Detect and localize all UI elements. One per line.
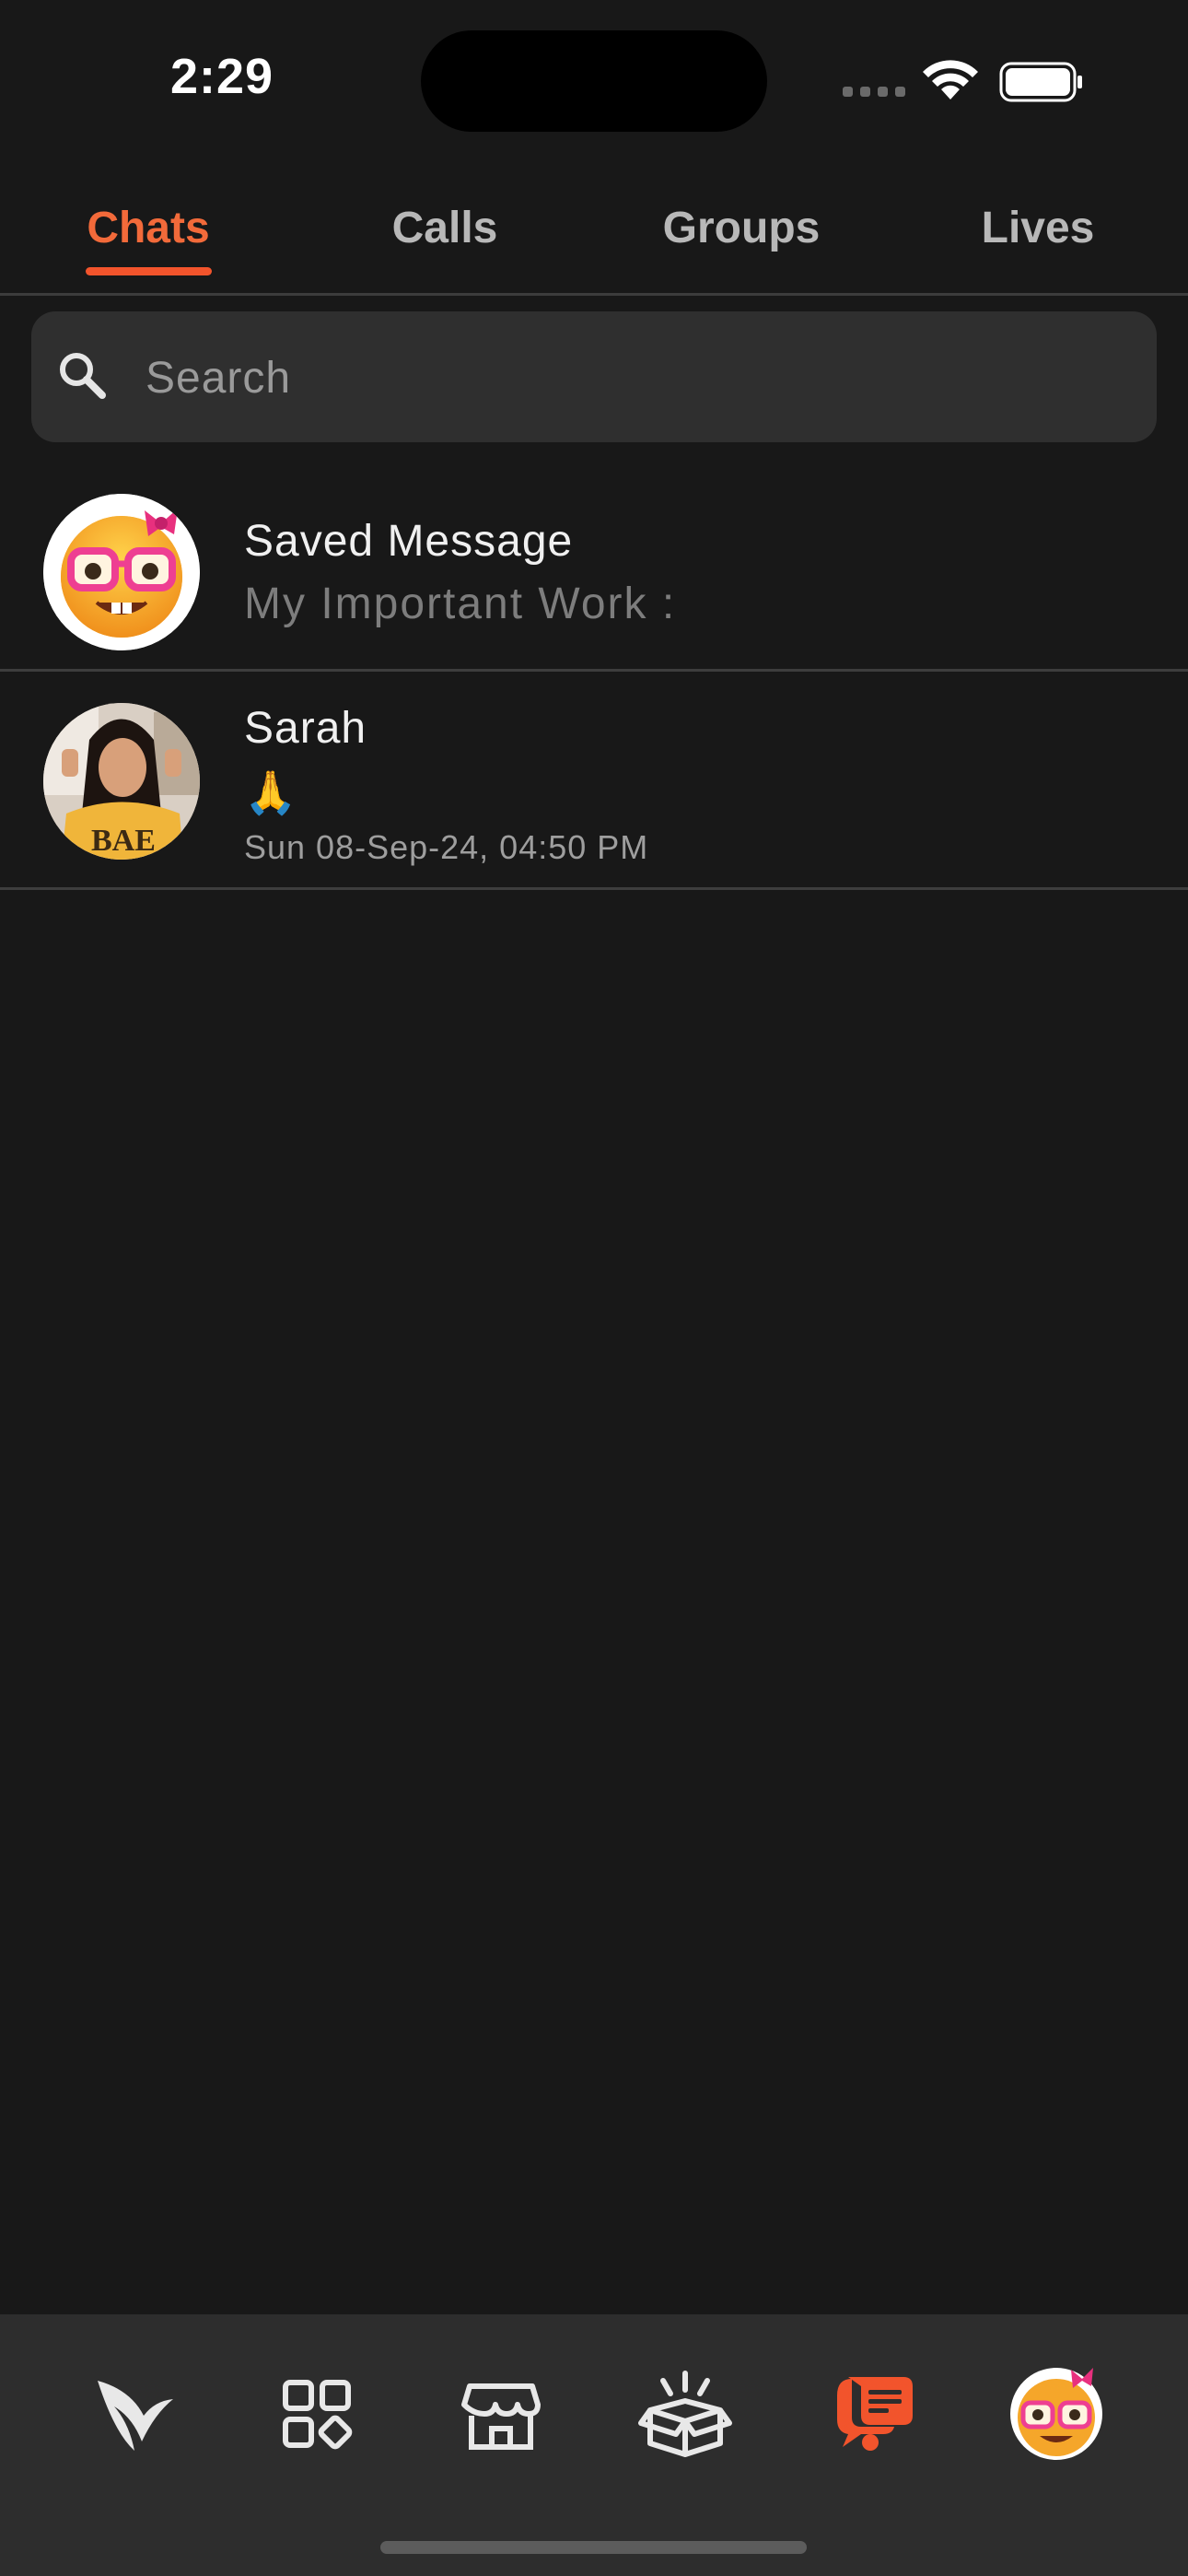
chat-row-saved-message[interactable]: Saved Message My Important Work :	[0, 479, 1188, 669]
tab-groups[interactable]: Groups	[593, 203, 890, 253]
svg-text:BAE: BAE	[91, 824, 156, 858]
apps-grid-icon[interactable]	[262, 2359, 372, 2469]
search-input[interactable]	[144, 311, 1124, 444]
dynamic-island	[421, 30, 767, 132]
row-divider	[0, 887, 1188, 890]
active-tab-indicator	[86, 267, 212, 275]
tabs-divider	[0, 293, 1188, 296]
chat-timestamp: Sun 08-Sep-24, 04:50 PM	[244, 828, 649, 866]
profile-avatar-icon[interactable]	[1001, 2359, 1112, 2469]
tab-lives[interactable]: Lives	[890, 203, 1186, 253]
home-indicator	[380, 2541, 807, 2554]
chat-name: Sarah	[244, 704, 367, 753]
gift-box-icon[interactable]	[630, 2359, 740, 2469]
chat-bubble-icon[interactable]	[815, 2359, 926, 2469]
brand-bird-icon[interactable]	[77, 2359, 188, 2469]
wifi-icon	[923, 60, 978, 100]
search-icon	[60, 353, 106, 399]
tab-bar: Chats Calls Groups Lives	[0, 184, 1188, 295]
search-bar[interactable]	[31, 311, 1157, 444]
tab-chats[interactable]: Chats	[0, 203, 297, 253]
store-icon[interactable]	[446, 2359, 556, 2469]
chat-preview: 🙏	[244, 768, 299, 816]
active-nav-dot	[862, 2434, 879, 2451]
profile-photo: BAE	[43, 703, 200, 860]
nerd-face-with-bow-icon	[43, 494, 200, 650]
chat-preview: My Important Work :	[244, 580, 677, 628]
bottom-nav	[0, 2314, 1188, 2576]
battery-icon	[999, 62, 1082, 102]
status-time: 2:29	[170, 49, 274, 104]
tab-calls[interactable]: Calls	[297, 203, 593, 253]
chat-row-sarah[interactable]: BAE Sarah 🙏 Sun 08-Sep-24, 04:50 PM	[0, 672, 1188, 887]
chat-name: Saved Message	[244, 517, 574, 566]
